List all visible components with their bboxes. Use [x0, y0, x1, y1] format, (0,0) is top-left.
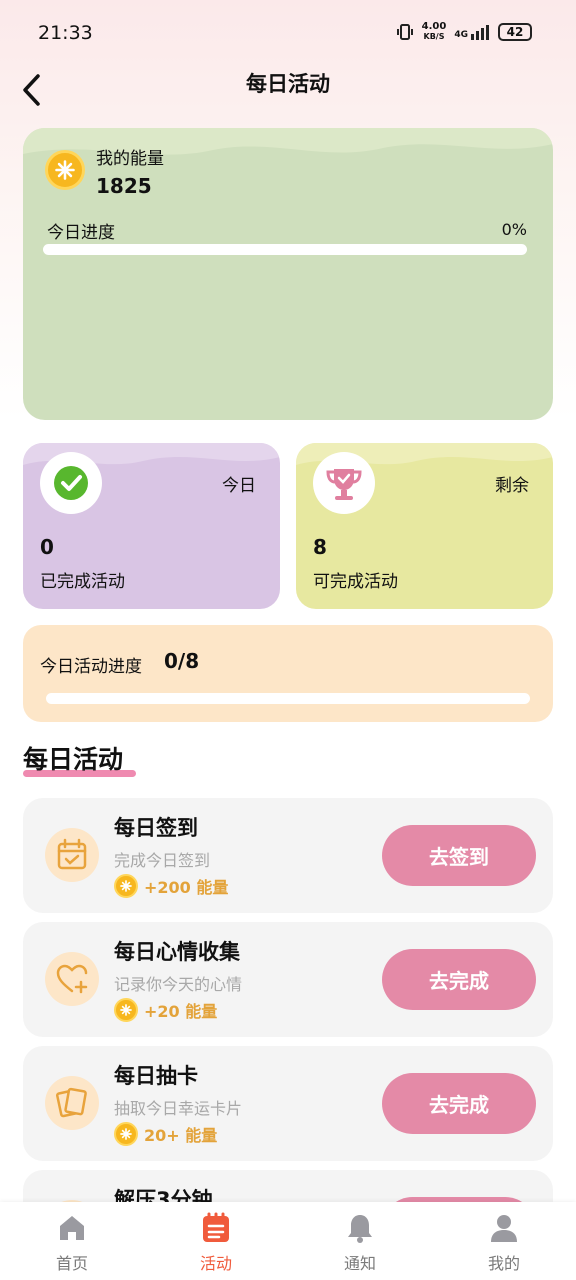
status-icons: 4.00 KB/S 4G 42	[396, 22, 532, 42]
energy-card: 我的能量 1825 今日进度 0%	[23, 128, 553, 420]
heart-plus-icon	[45, 952, 99, 1006]
remaining-label: 可完成活动	[313, 572, 398, 592]
tab-label: 通知	[343, 1254, 376, 1273]
activity-reward: +20 能量	[114, 998, 217, 1022]
checkin-button[interactable]: 去签到	[382, 825, 536, 886]
calendar-icon	[45, 828, 99, 882]
status-time: 21:33	[38, 22, 93, 44]
stat-tag-remaining: 剩余	[495, 476, 529, 496]
remaining-activities-card: 剩余 8 可完成活动	[296, 443, 553, 609]
tab-label: 我的	[487, 1254, 520, 1273]
bottom-tab-bar: 首页 活动 通知 我的	[0, 1202, 576, 1280]
tab-label: 活动	[199, 1254, 232, 1273]
activity-item-mood: 每日心情收集 记录你今天的心情 +20 能量 去完成	[23, 922, 553, 1037]
daily-progress-label: 今日活动进度	[40, 657, 142, 677]
activity-reward-text: +200 能量	[144, 878, 229, 897]
activity-reward: +200 能量	[114, 874, 228, 898]
tab-label: 首页	[55, 1254, 88, 1273]
section-title: 每日活动	[23, 745, 124, 774]
activity-desc: 记录你今天的心情	[114, 975, 243, 994]
coin-icon	[114, 1122, 138, 1146]
tab-home[interactable]: 首页	[0, 1202, 144, 1280]
activity-desc: 完成今日签到	[114, 851, 211, 870]
activity-reward-text: +20 能量	[144, 1002, 218, 1021]
activity-item-checkin: 每日签到 完成今日签到 +200 能量 去签到	[23, 798, 553, 913]
activity-item-card-draw: 每日抽卡 抽取今日幸运卡片 20+ 能量 去完成	[23, 1046, 553, 1161]
network-type: 4G	[454, 24, 490, 40]
page-title: 每日活动	[246, 72, 330, 96]
daily-progress-value: 0/8	[164, 649, 200, 673]
coin-icon	[114, 998, 138, 1022]
tab-profile[interactable]: 我的	[432, 1202, 576, 1280]
remaining-count: 8	[313, 535, 327, 559]
activity-title: 每日抽卡	[114, 1064, 198, 1088]
check-icon	[40, 452, 102, 514]
activity-desc: 抽取今日幸运卡片	[114, 1099, 243, 1118]
card-draw-complete-button[interactable]: 去完成	[382, 1073, 536, 1134]
today-progress-bar	[43, 244, 527, 255]
header: 每日活动	[0, 58, 576, 108]
completed-count: 0	[40, 535, 54, 559]
daily-progress-bar	[46, 693, 530, 704]
activity-title: 每日签到	[114, 816, 198, 840]
daily-activity-progress-card: 今日活动进度 0/8	[23, 625, 553, 722]
vibrate-icon	[396, 24, 413, 40]
trophy-icon	[313, 452, 375, 514]
energy-value: 1825	[96, 174, 152, 198]
signal-icon	[471, 25, 489, 40]
cards-icon	[45, 1076, 99, 1130]
battery-indicator: 42	[498, 23, 532, 41]
completed-activities-card: 今日 0 已完成活动	[23, 443, 280, 609]
stat-tag-today: 今日	[222, 476, 256, 496]
coin-icon	[114, 874, 138, 898]
activity-reward-text: 20+ 能量	[144, 1126, 218, 1145]
tab-notifications[interactable]: 通知	[288, 1202, 432, 1280]
net-speed: 4.00 KB/S	[421, 21, 447, 42]
activity-reward: 20+ 能量	[114, 1122, 217, 1146]
mood-complete-button[interactable]: 去完成	[382, 949, 536, 1010]
completed-label: 已完成活动	[40, 572, 125, 592]
energy-coin-icon	[45, 150, 85, 190]
today-progress-label: 今日进度	[47, 223, 115, 243]
bell-icon	[348, 1215, 372, 1243]
energy-label: 我的能量	[96, 149, 164, 169]
status-bar: 21:33 4.00 KB/S 4G 42	[0, 0, 576, 64]
home-icon	[60, 1216, 84, 1240]
activity-list-icon	[203, 1212, 229, 1242]
today-progress-percent: 0%	[501, 220, 527, 239]
activity-title: 每日心情收集	[114, 940, 240, 964]
user-icon	[491, 1215, 517, 1242]
tab-activity[interactable]: 活动	[144, 1202, 288, 1280]
